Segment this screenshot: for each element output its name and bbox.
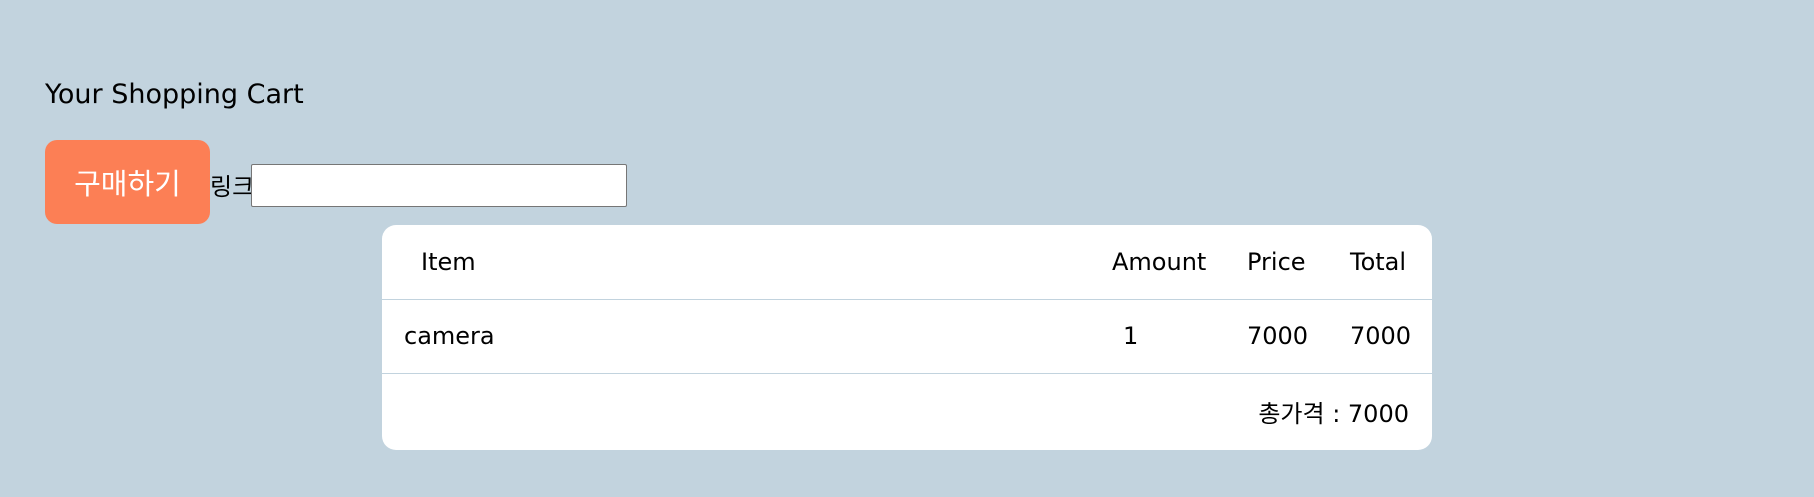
table-header-row: Item Amount Price Total [382,225,1432,299]
table-total-row: 총가격 : 7000 [382,373,1432,450]
cart-table-card: Item Amount Price Total camera 1 7000 70… [382,225,1432,450]
column-header-amount: Amount [1112,247,1207,276]
cell-item-name: camera [404,322,495,350]
link-input[interactable] [251,164,627,207]
total-price: 총가격 : 7000 [1258,400,1409,429]
cell-amount: 1 [1123,322,1139,350]
link-label: 링크 [210,173,255,201]
column-header-item: Item [421,247,476,276]
purchase-button[interactable]: 구매하기 [45,140,210,224]
cell-total: 7000 [1350,322,1412,350]
column-header-price: Price [1247,247,1306,276]
cart-table: Item Amount Price Total camera 1 7000 70… [382,225,1432,450]
page-title: Your Shopping Cart [45,79,304,110]
column-header-total: Total [1350,247,1407,276]
table-row: camera 1 7000 7000 [382,299,1432,373]
cell-price: 7000 [1247,322,1309,350]
